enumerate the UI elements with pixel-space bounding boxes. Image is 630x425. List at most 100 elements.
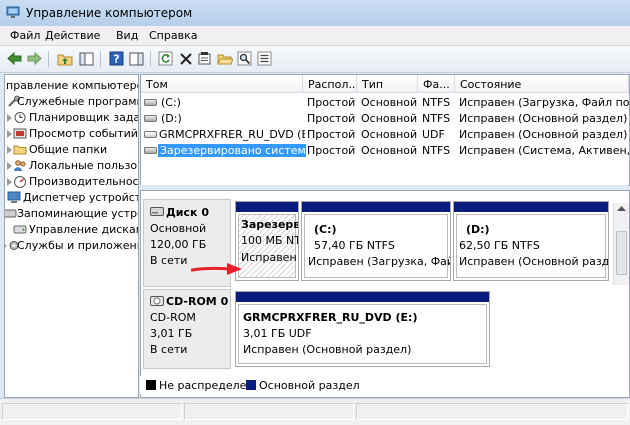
volume-name: Зарезервировано системой — [158, 144, 306, 157]
event-viewer-icon — [13, 128, 27, 139]
disk-size: 3,01 ГБ — [150, 327, 193, 340]
primary-partition-bar — [454, 202, 608, 212]
local-users-icon — [14, 160, 26, 171]
partition-size: 57,40 ГБ NTFS — [314, 239, 395, 252]
partition-name: (D:) — [466, 223, 490, 236]
tree-item-label: Локальные пользов — [29, 159, 139, 172]
disk-size: 120,00 ГБ — [150, 238, 207, 251]
volume-type: Основной — [361, 128, 418, 141]
menu-file[interactable]: Файл — [10, 29, 40, 42]
partition-e-dvd[interactable]: GRMCPRXFRER_RU_DVD (E:) 3,01 ГБ UDF Испр… — [235, 291, 490, 367]
volume-layout: Простой — [307, 128, 356, 141]
open-folder-button[interactable] — [216, 50, 233, 67]
expand-arrow-icon[interactable] — [7, 178, 12, 186]
volume-icon — [144, 115, 157, 122]
device-manager-icon — [7, 191, 21, 203]
properties-icon — [198, 52, 211, 65]
delete-button[interactable] — [177, 50, 194, 67]
column-header-layout[interactable]: Распол... — [303, 75, 357, 93]
tree-item-label: правление компьютером — [6, 79, 139, 92]
red-pointer-arrow — [191, 263, 242, 275]
expand-arrow-icon[interactable] — [7, 162, 12, 170]
tree-item-label: Служебные программы — [17, 95, 138, 108]
scroll-up-icon[interactable] — [617, 206, 626, 211]
column-header-file-system[interactable]: Фа... — [418, 75, 455, 93]
primary-partition-bar — [236, 202, 298, 212]
up-level-button[interactable] — [56, 50, 73, 67]
scroll-thumb[interactable] — [616, 231, 627, 275]
partition-status: Исправен (Основной раздел — [459, 255, 609, 268]
delete-x-icon — [179, 52, 192, 65]
legend-swatch-unallocated — [146, 380, 156, 390]
disk-kind: CD-ROM — [150, 311, 196, 324]
partition-size: 3,01 ГБ UDF — [243, 327, 312, 340]
hard-disk-icon — [150, 207, 164, 216]
title-bar[interactable]: Управление компьютером — [0, 0, 630, 26]
computer-management-icon — [6, 6, 20, 18]
primary-partition-bar — [302, 202, 450, 212]
toolbar: ? — [0, 46, 630, 73]
open-folder-icon — [216, 54, 233, 64]
disk-kind: Основной — [150, 222, 207, 235]
partition-d[interactable]: (D:) 62,50 ГБ NTFS Исправен (Основной ра… — [453, 201, 609, 281]
action-pane-icon — [129, 52, 144, 65]
disk-graphical-view: Диск 0 Основной 120,00 ГБ В сети Зарезер… — [140, 190, 630, 398]
expand-arrow-icon[interactable] — [7, 146, 12, 154]
legend-primary: Основной раздел — [259, 379, 360, 392]
volume-type: Основной — [361, 112, 418, 125]
disk-state: В сети — [150, 254, 188, 267]
cdrom-0-label[interactable]: CD-ROM 0 CD-ROM 3,01 ГБ В сети — [143, 289, 231, 369]
disk-management-icon — [13, 225, 27, 234]
volume-layout: Простой — [307, 144, 356, 157]
tree-item-label: Планировщик задан — [29, 111, 139, 124]
disk-name: Диск 0 — [166, 206, 209, 219]
menu-action[interactable]: Действие — [45, 29, 100, 42]
status-cell — [184, 403, 354, 420]
volume-fs: NTFS — [422, 96, 451, 109]
magnifier-icon — [237, 51, 252, 66]
menu-help[interactable]: Справка — [149, 29, 197, 42]
partition-name: (C:) — [314, 223, 337, 236]
volume-status: Исправен (Основной раздел) — [459, 112, 628, 125]
partition-name: GRMCPRXFRER_RU_DVD (E:) — [243, 311, 418, 324]
folder-up-icon — [57, 54, 72, 65]
partition-c[interactable]: (C:) 57,40 ГБ NTFS Исправен (Загрузка, Ф… — [301, 201, 451, 281]
partition-system-reserved[interactable]: Зарезерв 100 МБ NT Исправен — [235, 201, 299, 281]
shared-folders-icon — [13, 145, 27, 155]
refresh-icon — [158, 51, 173, 66]
column-header-type[interactable]: Тип — [357, 75, 418, 93]
disk-view-scrollbar[interactable] — [613, 203, 629, 285]
console-tree-icon — [79, 52, 94, 65]
expand-arrow-icon[interactable] — [7, 114, 12, 122]
expand-arrow-icon[interactable] — [7, 130, 12, 138]
back-button[interactable] — [6, 50, 23, 67]
forward-button[interactable] — [26, 50, 43, 67]
column-header-status[interactable]: Состояние — [455, 75, 629, 93]
column-header-volume[interactable]: Том — [141, 75, 303, 93]
table-row[interactable]: Зарезервировано системой Простой Основно… — [141, 143, 629, 159]
status-bar — [0, 398, 630, 425]
properties-button[interactable] — [196, 50, 213, 67]
tree-item-label: Службы и приложения — [17, 239, 139, 252]
show-console-tree-button[interactable] — [78, 50, 95, 67]
export-list-button[interactable] — [256, 50, 273, 67]
volume-name: (C:) — [161, 96, 181, 109]
legend: Не распределен Основной раздел — [140, 376, 628, 394]
show-action-pane-button[interactable] — [128, 50, 145, 67]
refresh-button[interactable] — [157, 50, 174, 67]
tree-item-label: Запоминающие устрой — [17, 207, 139, 220]
search-button[interactable] — [236, 50, 253, 67]
volume-fs: NTFS — [422, 112, 451, 125]
volume-fs: UDF — [422, 128, 445, 141]
help-button[interactable]: ? — [108, 50, 125, 67]
tree-item-label: Управление дискам — [29, 223, 139, 236]
status-cell — [2, 403, 182, 420]
disk-name: CD-ROM 0 — [166, 295, 229, 308]
menu-bar: Файл Действие Вид Справка — [0, 26, 630, 46]
volume-type: Основной — [361, 144, 418, 157]
table-row[interactable]: (C:) Простой Основной NTFS Исправен (Заг… — [141, 95, 629, 111]
table-row[interactable]: GRMCPRXFRER_RU_DVD (E:) Простой Основной… — [141, 127, 629, 143]
table-row[interactable]: (D:) Простой Основной NTFS Исправен (Осн… — [141, 111, 629, 127]
dvd-icon — [144, 131, 157, 138]
menu-view[interactable]: Вид — [116, 29, 138, 42]
